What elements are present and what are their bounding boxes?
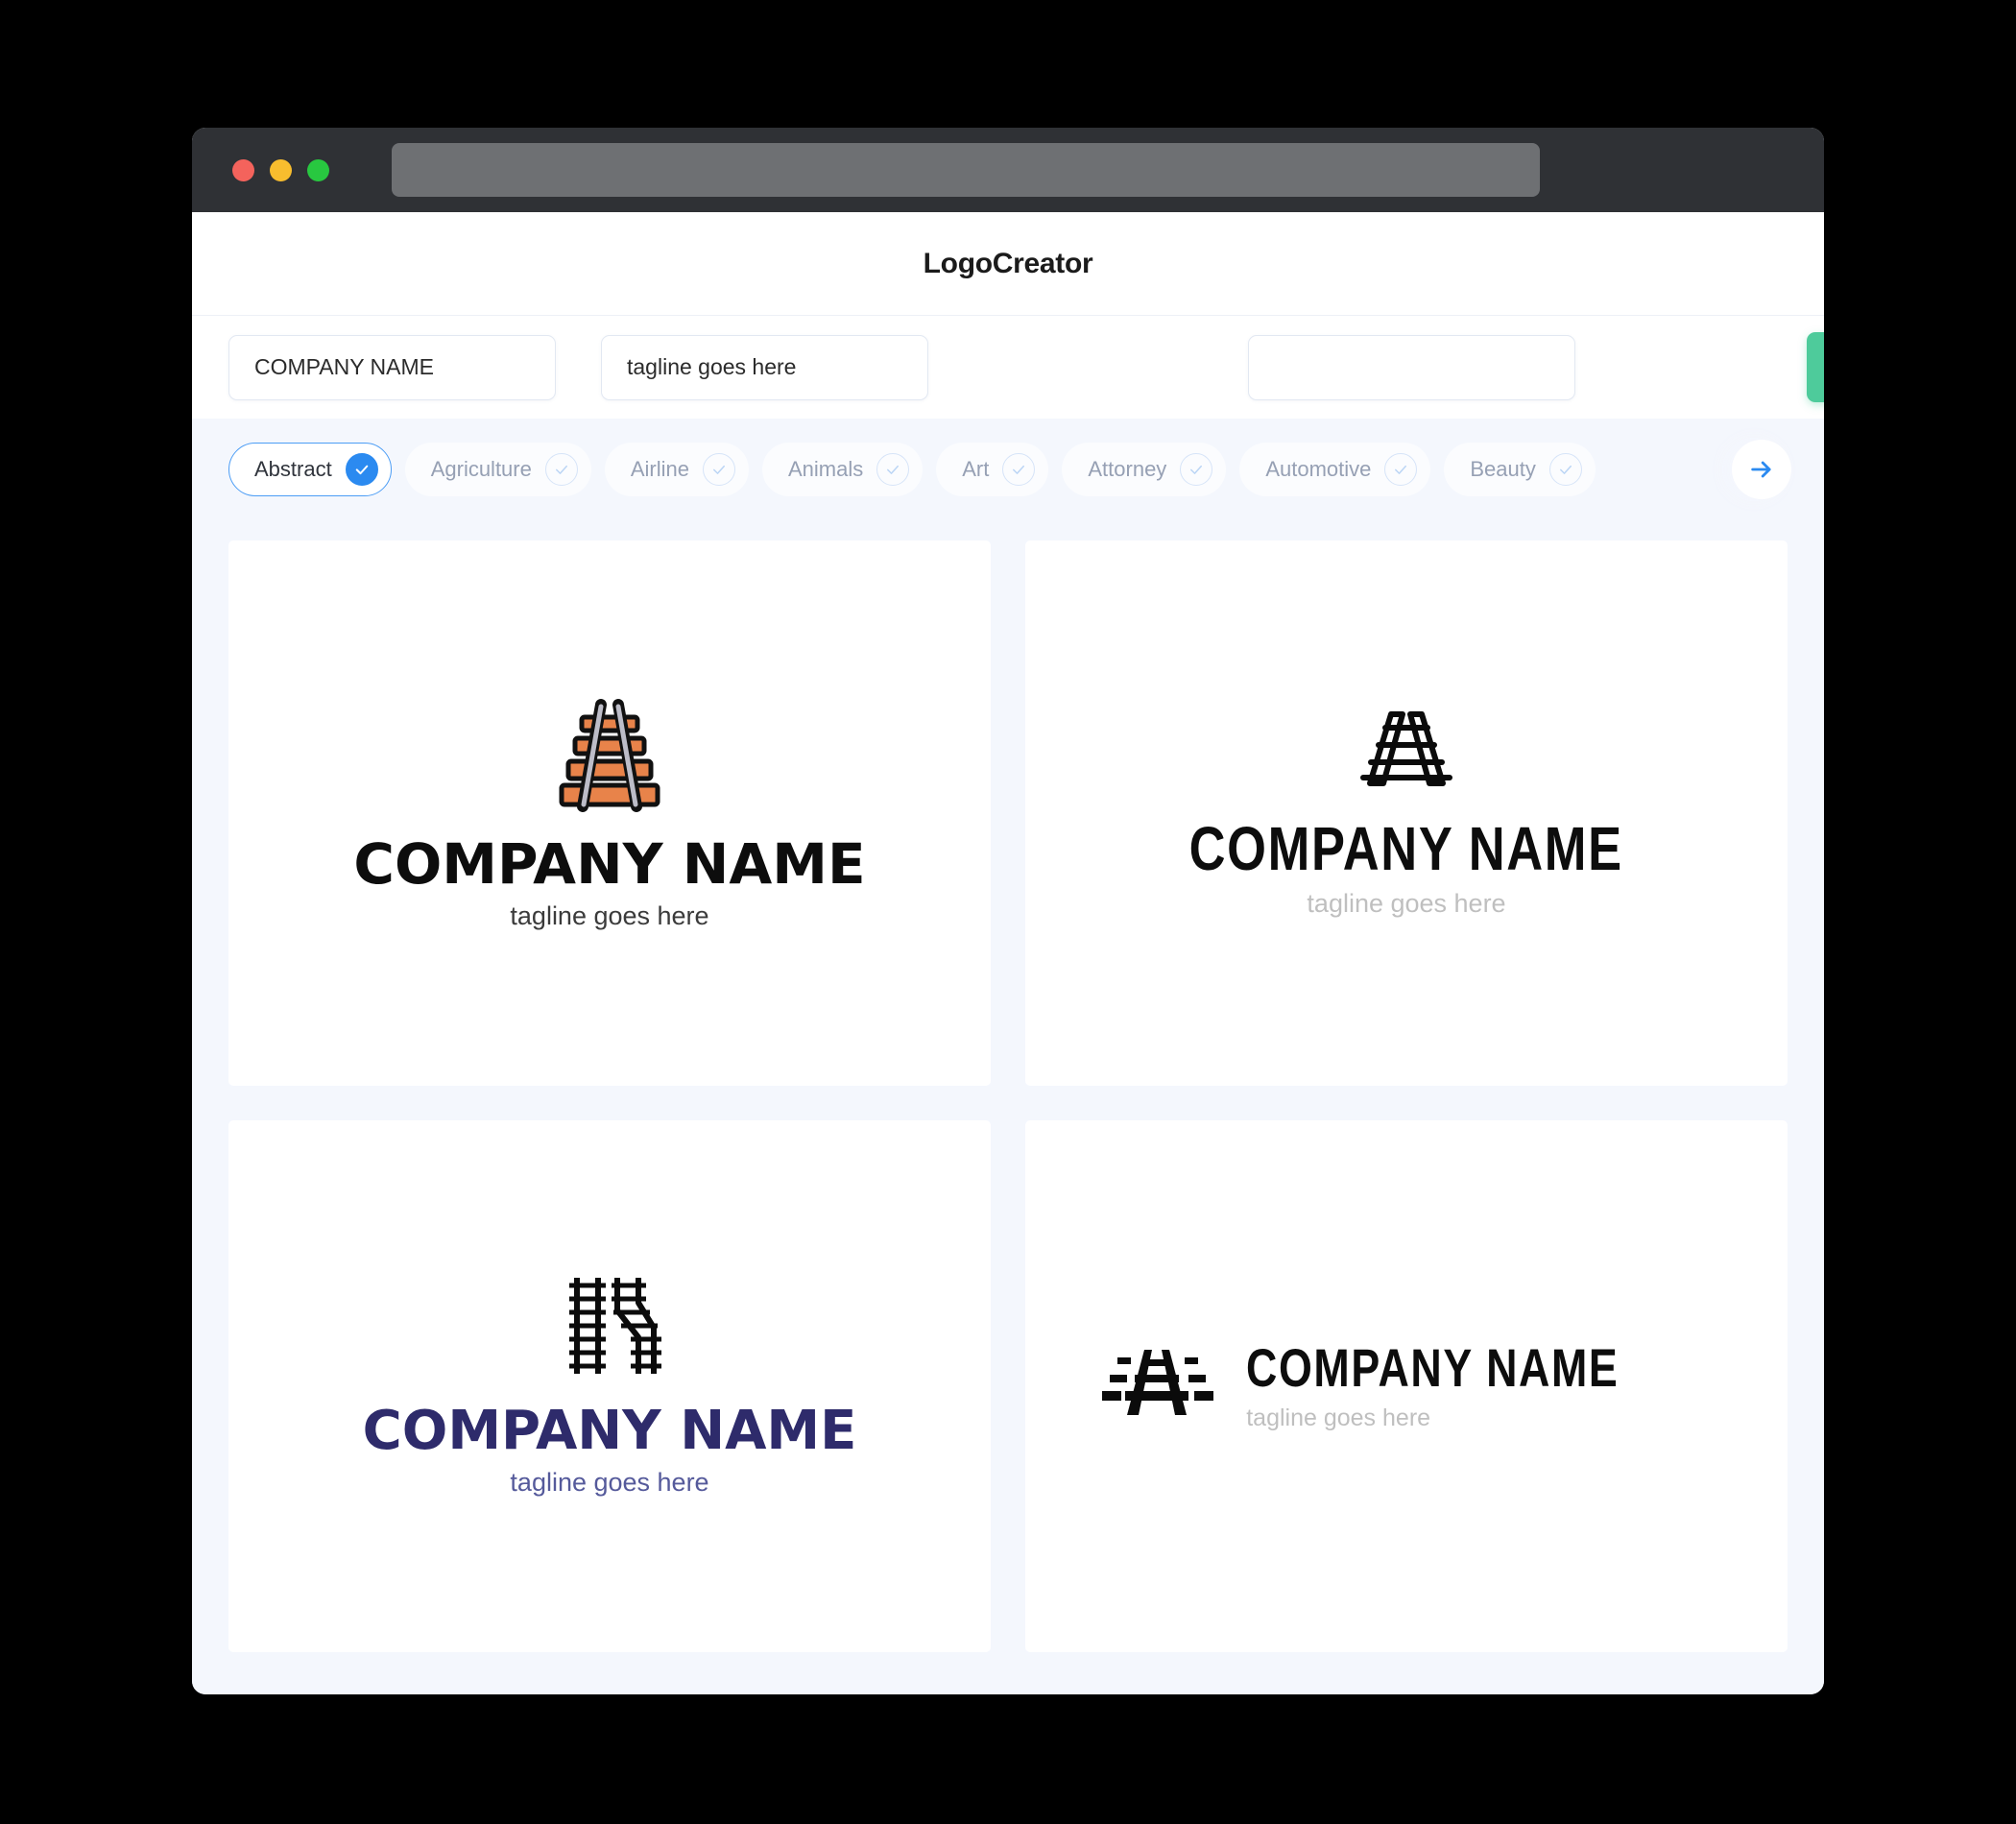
category-chip-label: Animals [788, 456, 864, 481]
category-chip-list: Abstract Agriculture Airline Animals Art Atto… [228, 442, 1596, 496]
browser-window: LogoCreator SEARCH Abstract Agriculture Ai… [192, 128, 1824, 1694]
check-circle-icon [345, 452, 378, 486]
check-circle-icon [544, 452, 578, 486]
tagline-input[interactable] [601, 334, 928, 400]
maximize-window-button[interactable] [307, 158, 329, 181]
browser-titlebar [192, 128, 1824, 212]
category-chip-label: Automotive [1265, 456, 1372, 481]
category-chip-label: Attorney [1088, 456, 1167, 481]
railroad-track-orange-icon [556, 695, 663, 820]
logo-tagline: tagline goes here [510, 900, 709, 930]
check-circle-icon [1548, 452, 1582, 486]
logo-company-name: COMPANY NAME [1246, 1336, 1620, 1398]
category-chip-art[interactable]: Art [936, 442, 1049, 496]
keyword-input[interactable] [1248, 334, 1575, 400]
category-chip-label: Beauty [1470, 456, 1536, 481]
check-circle-icon [1384, 452, 1418, 486]
company-name-input[interactable] [228, 334, 556, 400]
category-chip-airline[interactable]: Airline [604, 442, 749, 496]
logo-card[interactable]: COMPANY NAME tagline goes here [1025, 540, 1788, 1086]
traffic-light-group [232, 158, 329, 181]
logo-tagline: tagline goes here [1307, 889, 1506, 919]
railroad-track-outline-icon [1349, 707, 1464, 796]
category-chip-animals[interactable]: Animals [762, 442, 924, 496]
category-chip-agriculture[interactable]: Agriculture [404, 442, 591, 496]
logo-tagline: tagline goes here [510, 1468, 709, 1498]
logo-card[interactable]: COMPANY NAME tagline goes here [228, 540, 991, 1086]
logo-company-name: COMPANY NAME [353, 830, 866, 897]
check-circle-icon [1002, 452, 1036, 486]
logo-results-grid: COMPANY NAME tagline goes here COMPANY N… [192, 519, 1824, 1694]
check-circle-icon [1180, 452, 1213, 486]
category-next-button[interactable] [1732, 439, 1791, 499]
logo-tagline: tagline goes here [1246, 1404, 1431, 1431]
category-chip-label: Art [962, 456, 990, 481]
category-chip-automotive[interactable]: Automotive [1239, 442, 1431, 496]
category-chip-label: Agriculture [430, 456, 532, 481]
railroad-track-solid-icon [1100, 1346, 1214, 1426]
check-circle-icon [703, 452, 735, 486]
app-title: LogoCreator [923, 247, 1093, 279]
search-toolbar: SEARCH [192, 315, 1824, 419]
minimize-window-button[interactable] [270, 158, 292, 181]
check-circle-icon [876, 452, 910, 486]
category-chip-label: Abstract [254, 456, 332, 481]
logo-card[interactable]: COMPANY NAME tagline goes here [1025, 1119, 1788, 1652]
logo-company-name: COMPANY NAME [362, 1400, 857, 1463]
category-chip-abstract[interactable]: Abstract [228, 442, 392, 496]
category-chip-beauty[interactable]: Beauty [1444, 442, 1596, 496]
search-button[interactable]: SEARCH [1807, 332, 1824, 402]
logo-company-name: COMPANY NAME [1188, 814, 1624, 884]
address-bar[interactable] [392, 143, 1540, 197]
railroad-switch-icon [554, 1274, 665, 1382]
category-filter-bar: Abstract Agriculture Airline Animals Art Atto… [192, 419, 1824, 519]
category-chip-attorney[interactable]: Attorney [1062, 442, 1227, 496]
category-chip-label: Airline [630, 456, 689, 481]
app-header: LogoCreator [192, 212, 1824, 315]
close-window-button[interactable] [232, 158, 254, 181]
arrow-right-icon [1751, 461, 1771, 477]
logo-card[interactable]: COMPANY NAME tagline goes here [228, 1119, 991, 1652]
